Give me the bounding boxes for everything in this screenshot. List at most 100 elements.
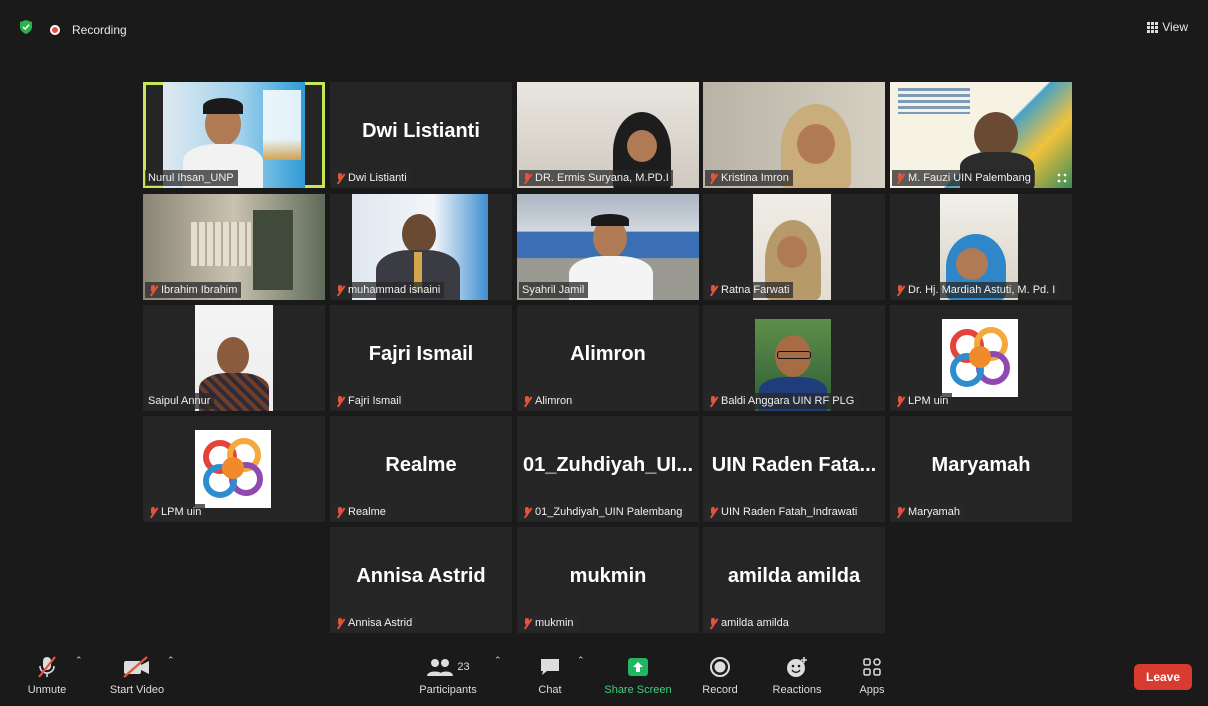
participant-name: Nurul Ihsan_UNP bbox=[148, 172, 234, 184]
participant-name: Syahril Jamil bbox=[522, 284, 585, 296]
participant-name: Kristina Imron bbox=[721, 172, 789, 184]
participant-tile[interactable]: LPM uin bbox=[143, 416, 325, 522]
participant-tile[interactable]: LPM uin bbox=[890, 305, 1072, 411]
participant-tile[interactable]: Dwi Listianti Dwi Listianti bbox=[330, 82, 512, 188]
muted-microphone-icon bbox=[335, 172, 345, 184]
muted-microphone-icon bbox=[708, 617, 718, 629]
participant-tile[interactable]: Kristina Imron bbox=[703, 82, 885, 188]
microphone-muted-icon bbox=[38, 656, 56, 678]
participant-name: DR. Ermis Suryana, M.PD.I bbox=[535, 172, 669, 184]
participant-tile[interactable]: Annisa Astrid Annisa Astrid bbox=[330, 527, 512, 633]
participant-display-name: Maryamah bbox=[931, 454, 1031, 476]
meeting-toolbar: Unmute ⌃ Start Video ⌃ 23 Participants ⌃… bbox=[6, 642, 1202, 700]
recording-label[interactable]: Recording bbox=[72, 23, 127, 37]
participant-tile[interactable]: Saipul Annur bbox=[143, 305, 325, 411]
participant-name: Saipul Annur bbox=[148, 395, 211, 407]
participant-name: Fajri Ismail bbox=[348, 395, 402, 407]
shield-icon[interactable] bbox=[20, 20, 32, 34]
participant-name: Dwi Listianti bbox=[348, 172, 407, 184]
participant-tile[interactable]: mukmin mukmin bbox=[517, 527, 699, 633]
more-options-icon[interactable] bbox=[1056, 172, 1068, 184]
muted-microphone-icon bbox=[148, 284, 158, 296]
participant-tile[interactable]: Fajri Ismail Fajri Ismail bbox=[330, 305, 512, 411]
participant-tile[interactable]: Realme Realme bbox=[330, 416, 512, 522]
audio-options-chevron-icon[interactable]: ⌃ bbox=[75, 655, 83, 666]
chat-chevron-icon[interactable]: ⌃ bbox=[577, 655, 585, 666]
grid-icon bbox=[1147, 22, 1159, 33]
apps-label: Apps bbox=[859, 684, 885, 696]
participant-name-tag: Annisa Astrid bbox=[332, 615, 417, 631]
participant-tile[interactable]: Dr. Hj. Mardiah Astuti, M. Pd. I bbox=[890, 194, 1072, 300]
video-options-chevron-icon[interactable]: ⌃ bbox=[167, 655, 175, 666]
participant-display-name: amilda amilda bbox=[727, 565, 861, 587]
participant-name-tag: Saipul Annur bbox=[145, 393, 215, 409]
participant-name: Ratna Farwati bbox=[721, 284, 790, 296]
participant-name: M. Fauzi UIN Palembang bbox=[908, 172, 1031, 184]
participant-tile[interactable]: 01_Zuhdiyah_UI... 01_Zuhdiyah_UIN Palemba… bbox=[517, 416, 699, 522]
participant-display-name: mukmin bbox=[569, 565, 647, 587]
share-screen-label: Share Screen bbox=[604, 684, 672, 696]
participant-name: Alimron bbox=[535, 395, 573, 407]
participant-name-tag: Dwi Listianti bbox=[332, 170, 411, 186]
participant-name-tag: DR. Ermis Suryana, M.PD.I bbox=[519, 170, 673, 186]
participants-button[interactable]: 23 Participants bbox=[409, 654, 487, 696]
participant-tile[interactable]: Alimron Alimron bbox=[517, 305, 699, 411]
participant-tile[interactable]: UIN Raden Fata... UIN Raden Fatah_Indrawa… bbox=[703, 416, 885, 522]
apps-button[interactable]: Apps bbox=[852, 654, 892, 696]
participant-name-tag: Alimron bbox=[519, 393, 577, 409]
participant-name: LPM uin bbox=[161, 506, 202, 518]
participant-name-tag: Realme bbox=[332, 504, 390, 520]
participant-name-tag: M. Fauzi UIN Palembang bbox=[892, 170, 1035, 186]
participant-tile[interactable]: amilda amilda amilda amilda bbox=[703, 527, 885, 633]
participant-tile[interactable]: Ibrahim Ibrahim bbox=[143, 194, 325, 300]
participant-name: Baldi Anggara UIN RF PLG bbox=[721, 395, 855, 407]
record-button[interactable]: Record bbox=[699, 654, 741, 696]
leave-button[interactable]: Leave bbox=[1134, 664, 1192, 690]
participant-display-name: 01_Zuhdiyah_UI... bbox=[522, 454, 694, 476]
participant-tile[interactable]: muhammad isnaini bbox=[330, 194, 512, 300]
muted-microphone-icon bbox=[708, 284, 718, 296]
participant-name-tag: amilda amilda bbox=[705, 615, 793, 631]
muted-microphone-icon bbox=[335, 506, 345, 518]
muted-microphone-icon bbox=[522, 395, 532, 407]
participant-name: UIN Raden Fatah_Indrawati bbox=[721, 506, 858, 518]
unmute-button[interactable]: Unmute bbox=[22, 654, 72, 696]
participant-tile[interactable]: M. Fauzi UIN Palembang bbox=[890, 82, 1072, 188]
participant-name: Realme bbox=[348, 506, 386, 518]
participant-display-name: Annisa Astrid bbox=[356, 565, 486, 587]
participant-name-tag: Ibrahim Ibrahim bbox=[145, 282, 242, 298]
muted-microphone-icon bbox=[148, 506, 158, 518]
participants-icon bbox=[427, 659, 454, 676]
participant-name-tag: UIN Raden Fatah_Indrawati bbox=[705, 504, 862, 520]
participant-name-tag: LPM uin bbox=[892, 393, 953, 409]
participant-name-tag: Syahril Jamil bbox=[519, 282, 589, 298]
start-video-button[interactable]: Start Video bbox=[102, 654, 172, 696]
share-screen-button[interactable]: Share Screen bbox=[602, 654, 674, 696]
record-icon bbox=[710, 657, 730, 677]
participant-tile[interactable]: Maryamah Maryamah bbox=[890, 416, 1072, 522]
reactions-button[interactable]: Reactions bbox=[766, 654, 828, 696]
participant-display-name: UIN Raden Fata... bbox=[711, 454, 877, 476]
recording-icon bbox=[50, 25, 60, 35]
participant-name: Maryamah bbox=[908, 506, 960, 518]
muted-microphone-icon bbox=[895, 284, 905, 296]
participant-tile[interactable]: Nurul Ihsan_UNP bbox=[143, 82, 325, 188]
muted-microphone-icon bbox=[895, 395, 905, 407]
participant-tile[interactable]: DR. Ermis Suryana, M.PD.I bbox=[517, 82, 699, 188]
start-video-label: Start Video bbox=[109, 684, 165, 696]
chat-button[interactable]: Chat bbox=[532, 654, 568, 696]
participant-tile[interactable]: Ratna Farwati bbox=[703, 194, 885, 300]
participant-display-name: Alimron bbox=[570, 343, 646, 365]
camera-off-icon bbox=[123, 656, 149, 678]
participant-name: Dr. Hj. Mardiah Astuti, M. Pd. I bbox=[908, 284, 1056, 296]
participant-display-name: Realme bbox=[385, 454, 457, 476]
participant-name-tag: Fajri Ismail bbox=[332, 393, 406, 409]
participant-tile[interactable]: Baldi Anggara UIN RF PLG bbox=[703, 305, 885, 411]
view-button[interactable]: View bbox=[1147, 20, 1188, 34]
participant-tile[interactable]: Syahril Jamil bbox=[517, 194, 699, 300]
muted-microphone-icon bbox=[522, 617, 532, 629]
participants-chevron-icon[interactable]: ⌃ bbox=[494, 655, 502, 666]
muted-microphone-icon bbox=[335, 395, 345, 407]
participant-name: Ibrahim Ibrahim bbox=[161, 284, 238, 296]
participant-name-tag: Ratna Farwati bbox=[705, 282, 794, 298]
